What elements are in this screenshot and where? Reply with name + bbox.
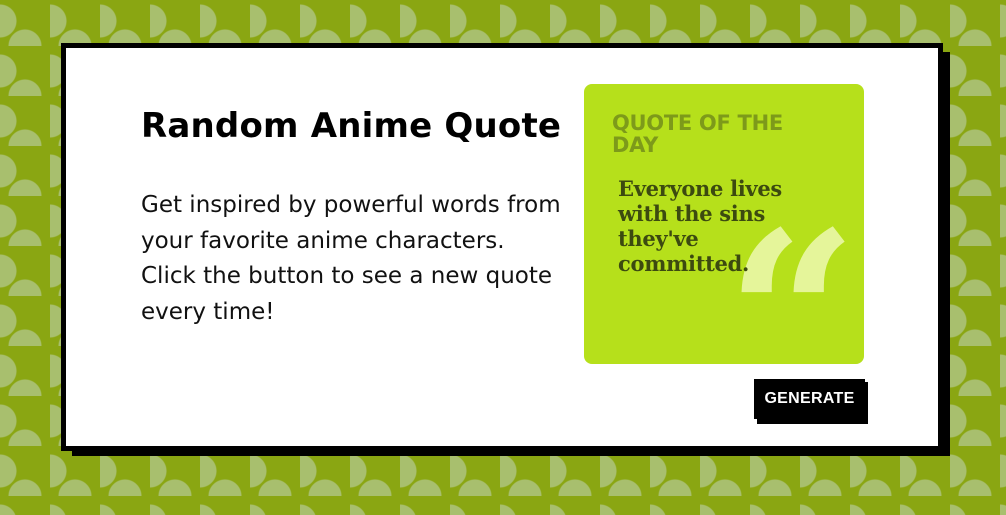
quote-card: Random Anime Quote Get inspired by power… [61, 43, 943, 451]
page-title: Random Anime Quote [141, 106, 562, 146]
quote-of-the-day-box: QUOTE OF THE DAY “ Everyone lives with t… [584, 84, 864, 364]
quote-heading: QUOTE OF THE DAY [612, 111, 783, 157]
generate-button[interactable]: GENERATE [754, 379, 865, 419]
quote-text: Everyone lives with the sins they've com… [618, 176, 782, 276]
page-description: Get inspired by powerful words from your… [141, 192, 561, 325]
